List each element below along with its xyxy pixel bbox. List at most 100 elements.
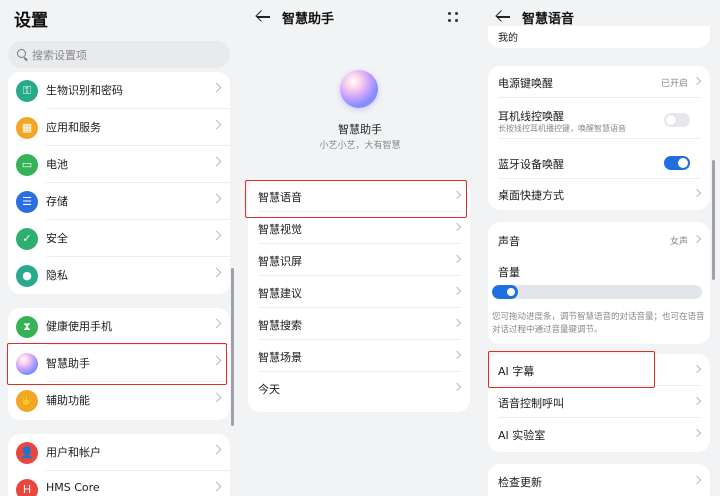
bluetooth-wake-toggle[interactable] — [664, 156, 690, 170]
partial-item-label[interactable]: 我的 — [498, 29, 518, 44]
assistant-menu-item[interactable]: 智慧识屏 — [248, 244, 470, 276]
row-value: 已开启 — [660, 79, 688, 89]
settings-item-label: 存储 — [46, 195, 68, 208]
voice-row[interactable]: 声音 女声 — [488, 224, 710, 256]
settings-item[interactable]: ▦ 应用和服务 — [8, 109, 230, 146]
back-arrow-icon[interactable] — [496, 10, 510, 24]
settings-item-label: 安全 — [46, 232, 68, 245]
settings-item[interactable]: ✓ 安全 — [8, 220, 230, 257]
menu-item-label: 检查更新 — [498, 476, 542, 489]
assistant-menu-item[interactable]: 今天 — [248, 372, 470, 404]
assistant-menu-item[interactable]: 智慧搜索 — [248, 308, 470, 340]
hourglass-icon: ⧗ — [16, 316, 38, 338]
scrollbar[interactable] — [712, 160, 715, 280]
voice-menu-item[interactable]: 检查更新 — [488, 464, 710, 496]
settings-item[interactable]: ✋ 辅助功能 — [8, 382, 230, 419]
menu-item-label: 智慧搜索 — [258, 319, 302, 332]
settings-group-1: ⚿ 生物识别和密码 ▦ 应用和服务 ▭ 电池 ☰ 存储 ✓ 安全 ● 隐私 — [8, 72, 230, 294]
menu-item-label: 智慧识屏 — [258, 255, 302, 268]
assistant-menu-item[interactable]: 智慧语音 — [248, 180, 470, 212]
assistant-menu-item[interactable]: 智慧视觉 — [248, 212, 470, 244]
chevron-right-icon — [692, 364, 702, 374]
settings-group-2: ⧗ 健康使用手机 智慧助手 ✋ 辅助功能 — [8, 308, 230, 420]
row-label: 电源键唤醒 — [498, 77, 553, 90]
settings-item-label: 健康使用手机 — [46, 320, 112, 333]
assistant-tagline: 小艺小艺，大有智慧 — [319, 141, 401, 151]
row-label: 声音 — [498, 235, 520, 248]
chevron-right-icon — [211, 230, 222, 241]
earphone-wake-row[interactable]: 耳机线控唤醒 长按线控耳机播控键，唤醒智慧语音 — [488, 99, 710, 139]
settings-item-label: 智慧助手 — [46, 357, 90, 370]
chevron-right-icon — [692, 188, 702, 198]
apps-grid-icon: ▦ — [16, 117, 38, 139]
search-input[interactable]: 搜索设置项 — [8, 41, 230, 68]
chevron-right-icon — [211, 392, 222, 403]
search-placeholder: 搜索设置项 — [32, 49, 87, 62]
storage-icon: ☰ — [16, 191, 38, 213]
settings-item-label: 应用和服务 — [46, 121, 101, 134]
page-title: 智慧语音 — [522, 12, 575, 27]
row-label: 蓝牙设备唤醒 — [498, 158, 564, 171]
partial-card: 我的 — [488, 26, 710, 48]
volume-slider-knob[interactable] — [507, 288, 515, 296]
user-icon: 👤 — [16, 442, 38, 464]
page-title: 设置 — [14, 11, 48, 31]
assistant-menu: 智慧语音智慧视觉智慧识屏智慧建议智慧搜索智慧场景今天 — [248, 180, 470, 412]
settings-item[interactable]: H HMS Core — [8, 471, 230, 496]
chevron-right-icon — [211, 444, 222, 455]
chevron-right-icon — [211, 193, 222, 204]
settings-item[interactable]: ⚿ 生物识别和密码 — [8, 72, 230, 109]
menu-item-label: 智慧语音 — [258, 191, 302, 204]
update-card: 检查更新 — [488, 464, 710, 496]
chevron-right-icon — [452, 190, 462, 200]
wake-card: 电源键唤醒 已开启 耳机线控唤醒 长按线控耳机播控键，唤醒智慧语音 蓝牙设备唤醒… — [488, 66, 710, 210]
settings-item[interactable]: 👤 用户和帐户 — [8, 434, 230, 471]
menu-item-label: 今天 — [258, 383, 280, 396]
shield-icon: ✓ — [16, 228, 38, 250]
back-arrow-icon[interactable] — [256, 10, 270, 24]
settings-group-3: 👤 用户和帐户 H HMS Core — [8, 434, 230, 496]
settings-item[interactable]: ▭ 电池 — [8, 146, 230, 183]
assistant-orb-icon — [340, 70, 378, 108]
chevron-right-icon — [211, 82, 222, 93]
settings-item-label: HMS Core — [46, 481, 100, 494]
voice-menu-item[interactable]: AI 字幕 — [488, 354, 710, 386]
row-sublabel: 长按线控耳机播控键，唤醒智慧语音 — [498, 124, 626, 133]
hand-icon: ✋ — [16, 390, 38, 412]
bluetooth-wake-row[interactable]: 蓝牙设备唤醒 — [488, 147, 710, 179]
menu-item-label: 智慧场景 — [258, 351, 302, 364]
smart-assistant-panel: 智慧助手 智慧助手 小艺小艺，大有智慧 智慧语音 智慧视觉 智慧识屏 智慧建议 智慧搜索… — [240, 0, 480, 496]
power-key-wake-row[interactable]: 电源键唤醒 已开启 — [488, 66, 710, 98]
settings-item[interactable]: ● 隐私 — [8, 257, 230, 294]
row-label: 桌面快捷方式 — [498, 189, 564, 202]
page-title: 智慧助手 — [282, 12, 335, 27]
assistant-menu-item[interactable]: 智慧场景 — [248, 340, 470, 372]
settings-item-label: 隐私 — [46, 269, 68, 282]
chevron-right-icon — [692, 234, 702, 244]
menu-item-label: AI 实验室 — [498, 429, 546, 442]
volume-slider[interactable] — [492, 285, 702, 299]
search-icon — [17, 49, 26, 58]
chevron-right-icon — [211, 267, 222, 278]
earphone-wake-toggle[interactable] — [664, 113, 690, 127]
volume-label: 音量 — [498, 266, 520, 279]
desktop-shortcut-row[interactable]: 桌面快捷方式 — [488, 178, 710, 210]
more-icon[interactable] — [446, 10, 460, 24]
privacy-icon: ● — [16, 265, 38, 287]
chevron-right-icon — [452, 382, 462, 392]
chevron-right-icon — [452, 254, 462, 264]
settings-item-label: 生物识别和密码 — [46, 84, 123, 97]
settings-panel: 设置 搜索设置项 ⚿ 生物识别和密码 ▦ 应用和服务 ▭ 电池 ☰ 存储 ✓ 安全 ● 隐私 ⧗ 健康使… — [0, 0, 240, 496]
row-label: 耳机线控唤醒 — [498, 110, 564, 123]
voice-menu-item[interactable]: AI 实验室 — [488, 418, 710, 450]
settings-item[interactable]: 智慧助手 — [8, 345, 230, 382]
settings-item[interactable]: ⧗ 健康使用手机 — [8, 308, 230, 345]
chevron-right-icon — [211, 119, 222, 130]
scrollbar[interactable] — [231, 268, 234, 426]
chevron-right-icon — [692, 76, 702, 86]
assistant-menu-item[interactable]: 智慧建议 — [248, 276, 470, 308]
settings-item[interactable]: ☰ 存储 — [8, 183, 230, 220]
menu-item-label: 智慧视觉 — [258, 223, 302, 236]
row-value: 女声 — [669, 237, 688, 247]
voice-menu-item[interactable]: 语音控制呼叫 — [488, 386, 710, 418]
